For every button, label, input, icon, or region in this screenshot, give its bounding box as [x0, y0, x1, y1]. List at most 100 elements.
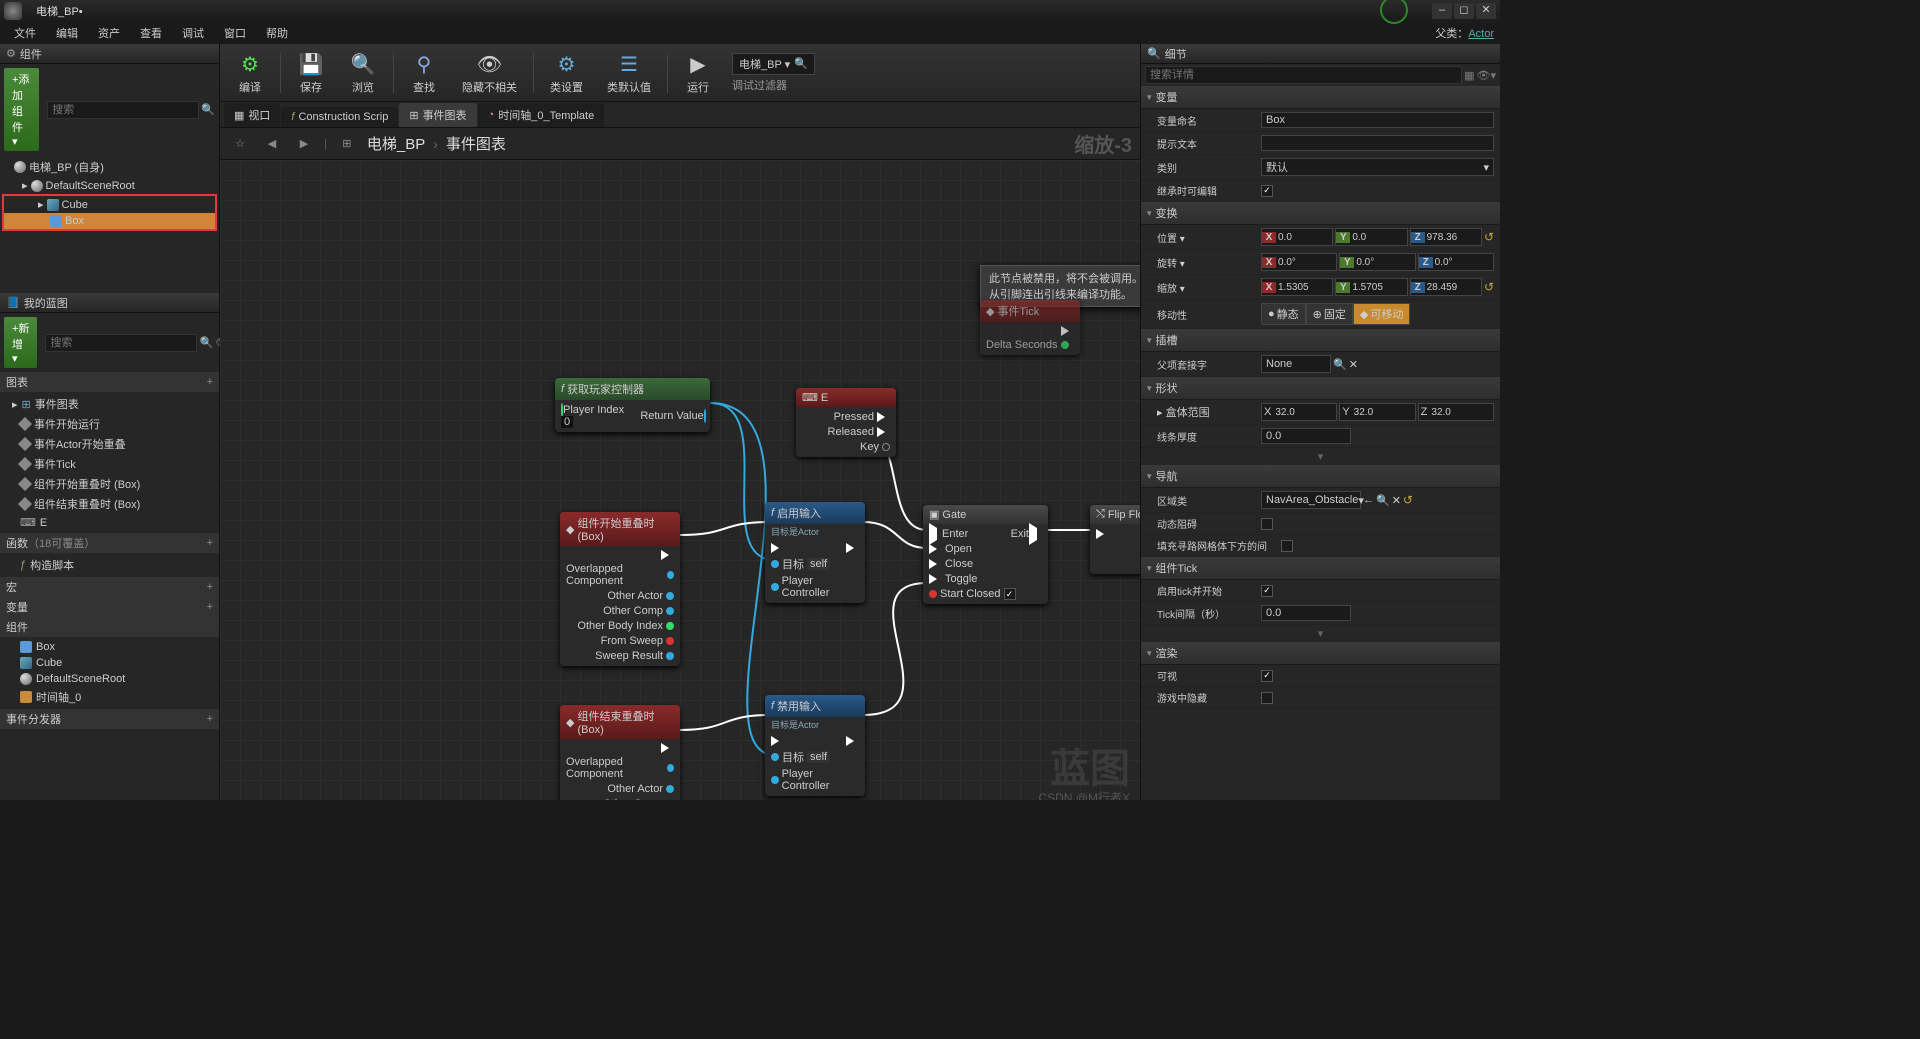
run-button[interactable]: ▶运行: [676, 48, 720, 97]
add-icon[interactable]: +: [207, 537, 213, 549]
component-cube[interactable]: ▸Cube: [4, 196, 215, 213]
event-begin-play[interactable]: 事件开始运行: [0, 414, 219, 434]
tick-enabled-checkbox[interactable]: [1261, 585, 1273, 597]
cat-shape[interactable]: 形状: [1141, 377, 1500, 400]
eye-icon[interactable]: 👁▾: [1477, 69, 1497, 82]
extent-z-input[interactable]: [1429, 407, 1493, 418]
reset-icon[interactable]: ↺: [1403, 493, 1413, 507]
event-end-overlap-box[interactable]: 组件结束重叠时 (Box): [0, 494, 219, 514]
add-component-button[interactable]: +添加组件 ▾: [4, 68, 39, 151]
add-icon[interactable]: +: [207, 601, 213, 613]
node-input-e[interactable]: ⌨E Pressed Released Key: [796, 388, 896, 457]
mobility-stationary[interactable]: ⊕固定: [1306, 303, 1353, 325]
tab-viewport[interactable]: ▦视口: [224, 103, 280, 127]
reset-icon[interactable]: ↺: [1484, 280, 1494, 294]
component-root[interactable]: 电梯_BP (自身): [0, 157, 219, 177]
socket-combo[interactable]: None: [1261, 355, 1331, 373]
line-thickness-input[interactable]: [1261, 428, 1351, 444]
loc-z-input[interactable]: [1425, 232, 1481, 243]
tab-construction-script[interactable]: fConstruction Scrip: [281, 107, 398, 127]
breadcrumb-graph[interactable]: 事件图表: [446, 133, 506, 154]
section-functions[interactable]: 函数（18可覆盖）+: [0, 533, 219, 553]
rot-x-input[interactable]: [1276, 257, 1336, 268]
add-icon[interactable]: +: [207, 581, 213, 593]
mobility-movable[interactable]: ◆可移动: [1353, 303, 1410, 325]
browse-icon[interactable]: ←: [1363, 494, 1374, 506]
menu-help[interactable]: 帮助: [258, 23, 296, 43]
parent-class-link[interactable]: Actor: [1468, 28, 1494, 40]
search-icon[interactable]: 🔍: [1376, 494, 1390, 507]
details-search-input[interactable]: [1145, 66, 1462, 84]
class-defaults-button[interactable]: ☰类默认值: [599, 48, 659, 97]
component-box[interactable]: Box: [4, 213, 215, 229]
event-actor-begin-overlap[interactable]: 事件Actor开始重叠: [0, 434, 219, 454]
maximize-button[interactable]: ◻: [1454, 3, 1474, 19]
save-button[interactable]: 💾保存: [289, 48, 333, 97]
loc-x-input[interactable]: [1276, 232, 1332, 243]
expand-icon[interactable]: ▾: [1141, 448, 1500, 465]
menu-window[interactable]: 窗口: [216, 23, 254, 43]
debug-target-select[interactable]: 电梯_BP ▾🔍: [732, 53, 815, 75]
search-icon[interactable]: 🔍: [199, 336, 213, 349]
my-blueprint-search-input[interactable]: [45, 334, 197, 352]
var-box[interactable]: Box: [0, 639, 219, 655]
var-category-combo[interactable]: 默认▾: [1261, 158, 1494, 176]
cat-nav[interactable]: 导航: [1141, 465, 1500, 488]
rot-z-input[interactable]: [1433, 257, 1493, 268]
section-graphs[interactable]: 图表+: [0, 372, 219, 392]
event-input-e[interactable]: ⌨E: [0, 514, 219, 531]
hidden-in-game-checkbox[interactable]: [1261, 692, 1273, 704]
add-icon[interactable]: +: [207, 376, 213, 388]
var-default-scene-root[interactable]: DefaultSceneRoot: [0, 671, 219, 687]
class-settings-button[interactable]: ⚙类设置: [542, 48, 591, 97]
node-get-player-controller[interactable]: f获取玩家控制器 Player Index 0Return Value: [555, 378, 710, 432]
tick-interval-input[interactable]: [1261, 605, 1351, 621]
matrix-icon[interactable]: ▦: [1464, 69, 1474, 82]
loc-y-input[interactable]: [1350, 232, 1406, 243]
var-tooltip-input[interactable]: [1261, 135, 1494, 151]
visible-checkbox[interactable]: [1261, 670, 1273, 682]
section-dispatchers[interactable]: 事件分发器+: [0, 709, 219, 729]
node-gate[interactable]: ▣Gate EnterExit Open Close Toggle Start …: [923, 505, 1048, 604]
scale-z-input[interactable]: [1425, 282, 1481, 293]
minimize-button[interactable]: –: [1432, 3, 1452, 19]
find-button[interactable]: ⚲查找: [402, 48, 446, 97]
event-graph-root[interactable]: ▸⊞事件图表: [0, 394, 219, 414]
menu-edit[interactable]: 编辑: [48, 23, 86, 43]
rot-y-input[interactable]: [1354, 257, 1414, 268]
tab-event-graph[interactable]: ⊞事件图表: [399, 103, 476, 127]
scale-x-input[interactable]: [1276, 282, 1332, 293]
node-end-overlap[interactable]: ◆组件结束重叠时 (Box) Overlapped Component Othe…: [560, 705, 680, 800]
mobility-static[interactable]: ●静态: [1261, 303, 1306, 325]
var-cube[interactable]: Cube: [0, 655, 219, 671]
forward-button[interactable]: ▶: [292, 132, 316, 156]
cat-transform[interactable]: 变换: [1141, 202, 1500, 225]
breadcrumb-bp[interactable]: 电梯_BP: [367, 133, 425, 154]
cat-socket[interactable]: 插槽: [1141, 329, 1500, 352]
var-name-input[interactable]: [1261, 112, 1494, 128]
section-variables[interactable]: 变量+: [0, 597, 219, 617]
reset-icon[interactable]: ↺: [1484, 230, 1494, 244]
checkbox[interactable]: [1004, 588, 1016, 600]
components-search-input[interactable]: [47, 101, 199, 119]
back-button[interactable]: ◀: [260, 132, 284, 156]
menu-asset[interactable]: 资产: [90, 23, 128, 43]
extent-y-input[interactable]: [1352, 407, 1415, 418]
section-macros[interactable]: 宏+: [0, 577, 219, 597]
my-blueprint-add-button[interactable]: +新增 ▾: [4, 317, 37, 368]
menu-debug[interactable]: 调试: [174, 23, 212, 43]
hide-unrelated-button[interactable]: 👁隐藏不相关: [454, 48, 525, 97]
dynamic-obstacle-checkbox[interactable]: [1261, 518, 1273, 530]
compile-button[interactable]: ⚙编译: [228, 48, 272, 97]
node-flipflop[interactable]: ⤭Flip Flop A B Is A: [1090, 505, 1140, 574]
graph-canvas[interactable]: 此节点被禁用，将不会被调用。 从引脚连出引线来编译功能。 ◆事件Tick Del…: [220, 160, 1140, 800]
scale-y-input[interactable]: [1350, 282, 1406, 293]
node-event-tick[interactable]: ◆事件Tick Delta Seconds: [980, 300, 1080, 355]
expand-icon[interactable]: ▾: [1141, 625, 1500, 642]
search-icon[interactable]: 🔍: [794, 57, 808, 70]
construction-script[interactable]: ƒ构造脚本: [0, 555, 219, 575]
extent-x-input[interactable]: [1273, 407, 1336, 418]
fill-underneath-checkbox[interactable]: [1281, 540, 1293, 552]
node-enable-input[interactable]: f启用输入 目标是Actor 目标self Player Controller: [765, 502, 865, 603]
event-tick[interactable]: 事件Tick: [0, 454, 219, 474]
